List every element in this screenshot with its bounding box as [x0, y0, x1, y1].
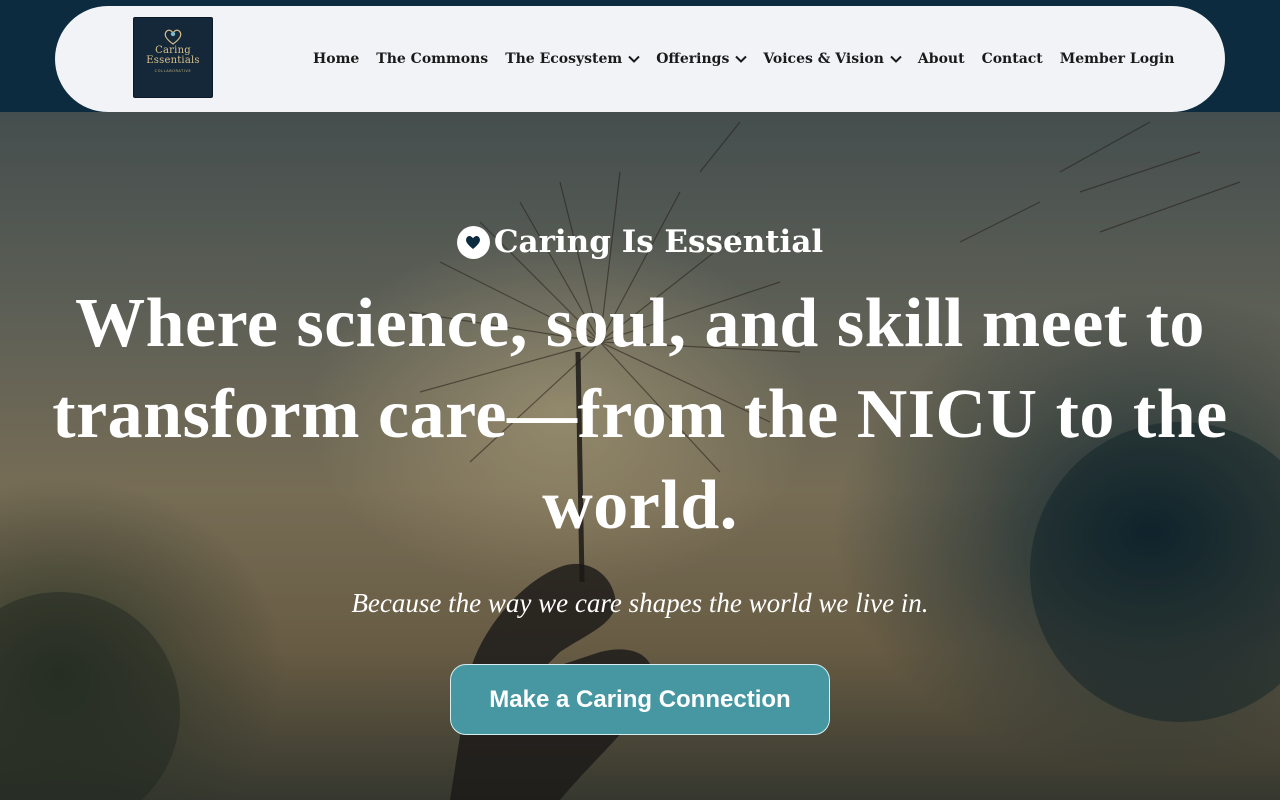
nav-item-label: About	[917, 51, 965, 67]
make-caring-connection-button[interactable]: Make a Caring Connection	[450, 664, 830, 735]
nav-item-home[interactable]: Home	[313, 51, 359, 67]
chevron-down-icon	[735, 55, 748, 63]
nav-item-the-commons[interactable]: The Commons	[376, 51, 488, 67]
main-nav: Home The Commons The Ecosystem Offerings…	[313, 48, 1174, 70]
nav-item-the-ecosystem[interactable]: The Ecosystem	[505, 51, 640, 67]
nav-item-label: Voices & Vision	[763, 51, 884, 67]
logo-heart-icon	[164, 29, 182, 45]
site-logo[interactable]: Caring Essentials COLLABORATIVE	[133, 17, 213, 98]
logo-text-collaborative: COLLABORATIVE	[154, 69, 192, 73]
nav-item-label: Home	[313, 51, 360, 67]
nav-item-label: Member Login	[1059, 51, 1175, 67]
nav-item-label: The Commons	[376, 51, 489, 67]
nav-item-about[interactable]: About	[918, 51, 965, 67]
nav-item-label: Contact	[981, 51, 1043, 67]
chevron-down-icon	[890, 55, 902, 63]
nav-item-label: The Ecosystem	[505, 51, 623, 67]
logo-text-essentials: Essentials	[146, 55, 200, 66]
nav-item-label: Offerings	[656, 51, 730, 67]
tagline-text: Caring Is Essential	[493, 224, 824, 260]
hero-tagline: Caring Is Essential	[0, 224, 1280, 260]
hero-subheadline: Because the way we care shapes the world…	[351, 588, 929, 618]
chevron-down-icon	[628, 55, 640, 63]
nav-item-contact[interactable]: Contact	[982, 51, 1043, 67]
heart-icon	[456, 225, 490, 259]
nav-item-voices-vision[interactable]: Voices & Vision	[763, 51, 902, 67]
nav-item-offerings[interactable]: Offerings	[656, 51, 748, 67]
hero-headline: Where science, soul, and skill meet to t…	[52, 285, 1228, 544]
nav-item-member-login[interactable]: Member Login	[1060, 51, 1175, 67]
